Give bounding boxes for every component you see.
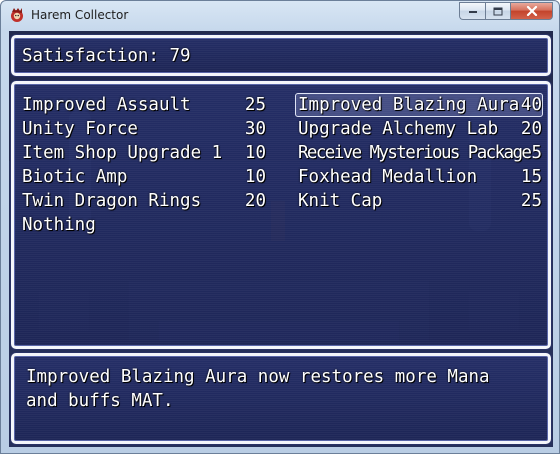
game-screen[interactable]: Satisfaction: 79 Improved Assault 25 Uni… xyxy=(9,31,553,447)
list-item[interactable]: Item Shop Upgrade 1 10 xyxy=(22,141,266,165)
close-icon xyxy=(526,6,537,16)
item-name: Knit Cap xyxy=(298,191,383,211)
maximize-button[interactable] xyxy=(485,2,510,20)
item-name: Upgrade Alchemy Lab xyxy=(298,119,499,139)
item-cost: 10 xyxy=(244,143,266,163)
item-cost: 10 xyxy=(244,167,266,187)
item-name: Item Shop Upgrade 1 xyxy=(22,143,223,163)
list-item[interactable]: Biotic Amp 10 xyxy=(22,165,266,189)
list-item[interactable]: Twin Dragon Rings 20 xyxy=(22,189,266,213)
item-name: Biotic Amp xyxy=(22,167,128,187)
item-cost: 5 xyxy=(531,143,542,163)
list-item-selected[interactable]: Improved Blazing Aura 40 xyxy=(295,93,543,117)
list-item[interactable]: Improved Assault 25 xyxy=(22,93,266,117)
list-item[interactable]: Foxhead Medallion 15 xyxy=(298,165,542,189)
app-window: Harem Collector Satisfaction: 79 Improve… xyxy=(0,0,560,454)
item-name: Improved Assault xyxy=(22,95,191,115)
app-icon xyxy=(11,8,23,22)
maximize-icon xyxy=(493,7,503,15)
item-name: Receive Mysterious Package xyxy=(298,143,532,163)
list-item[interactable]: Unity Force 30 xyxy=(22,117,266,141)
item-cost: 20 xyxy=(244,191,266,211)
item-cost: 25 xyxy=(520,191,542,211)
minimize-button[interactable] xyxy=(459,2,485,20)
item-name: Improved Blazing Aura xyxy=(298,95,520,115)
minimize-icon xyxy=(468,11,477,13)
item-name: Twin Dragon Rings xyxy=(22,191,202,211)
item-cost: 30 xyxy=(244,119,266,139)
list-item[interactable]: Knit Cap 25 xyxy=(298,189,542,213)
window-title: Harem Collector xyxy=(31,8,129,22)
help-window: Improved Blazing Aura now restores more … xyxy=(11,353,551,444)
item-cost: 40 xyxy=(520,95,542,115)
item-cost: 25 xyxy=(244,95,266,115)
help-text-line-2: and buffs MAT. xyxy=(26,391,174,411)
item-name: Unity Force xyxy=(22,119,138,139)
item-name: Foxhead Medallion xyxy=(298,167,478,187)
window-controls xyxy=(459,2,553,21)
item-cost: 15 xyxy=(520,167,542,187)
close-button[interactable] xyxy=(510,2,553,20)
list-item[interactable]: Receive Mysterious Package 5 xyxy=(298,141,542,165)
list-item[interactable]: Nothing xyxy=(22,213,266,237)
title-bar[interactable]: Harem Collector xyxy=(1,1,559,31)
list-item[interactable]: Upgrade Alchemy Lab 20 xyxy=(298,117,542,141)
item-cost: 20 xyxy=(520,119,542,139)
status-window: Satisfaction: 79 xyxy=(11,35,551,76)
satisfaction-text: Satisfaction: 79 xyxy=(22,46,191,66)
upgrade-list-window: Improved Assault 25 Unity Force 30 Item … xyxy=(11,81,551,349)
help-text-line-1: Improved Blazing Aura now restores more … xyxy=(26,367,490,387)
item-name: Nothing xyxy=(22,215,96,235)
